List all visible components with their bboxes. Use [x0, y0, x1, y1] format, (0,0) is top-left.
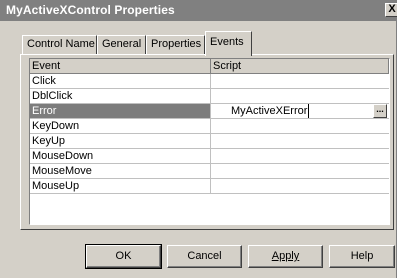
column-header-script[interactable]: Script	[211, 59, 389, 74]
window-title: MyActiveXControl Properties	[6, 3, 175, 17]
script-cell[interactable]	[211, 74, 389, 88]
tab-label: Properties	[151, 38, 202, 50]
ok-button[interactable]: OK	[85, 244, 162, 269]
tab-control-name[interactable]: Control Name	[22, 35, 97, 55]
grid-header: Event Script	[30, 59, 389, 74]
script-cell[interactable]	[211, 164, 389, 178]
ok-button-label: OK	[115, 250, 132, 262]
script-cell[interactable]	[211, 149, 389, 163]
event-cell[interactable]: KeyUp	[30, 134, 211, 148]
table-row[interactable]: KeyUp	[30, 134, 389, 149]
script-cell-editing[interactable]: MyActiveXError ...	[211, 104, 389, 118]
ellipsis-button[interactable]: ...	[373, 104, 387, 118]
script-input[interactable]: MyActiveXError	[231, 104, 310, 118]
close-icon: X	[388, 3, 396, 15]
table-row[interactable]: MouseUp	[30, 179, 389, 194]
event-cell[interactable]: Click	[30, 74, 211, 88]
tab-label: Control Name	[27, 38, 95, 50]
help-button[interactable]: Help	[329, 245, 395, 268]
events-grid: Event Script Click DblClick Error MyActi…	[29, 58, 390, 225]
table-row[interactable]: DblClick	[30, 89, 389, 104]
script-cell[interactable]	[211, 89, 389, 103]
table-row-selected[interactable]: Error MyActiveXError ...	[30, 104, 389, 119]
column-header-event[interactable]: Event	[30, 59, 211, 74]
script-cell[interactable]	[211, 134, 389, 148]
tab-events[interactable]: Events	[205, 31, 252, 56]
close-button[interactable]: X	[385, 3, 397, 17]
script-cell[interactable]	[211, 179, 389, 193]
cancel-button-label: Cancel	[187, 250, 222, 262]
table-row[interactable]: KeyDown	[30, 119, 389, 134]
cancel-button[interactable]: Cancel	[167, 245, 242, 268]
help-button-label: Help	[350, 250, 374, 262]
properties-dialog: MyActiveXControl Properties X Control Na…	[0, 0, 397, 278]
apply-button-label: Apply	[271, 250, 300, 262]
script-cell[interactable]	[211, 119, 389, 133]
event-cell[interactable]: MouseDown	[30, 149, 211, 163]
table-row[interactable]: MouseDown	[30, 149, 389, 164]
tab-label: Events	[210, 36, 244, 48]
title-bar[interactable]: MyActiveXControl Properties X	[0, 0, 397, 21]
table-row[interactable]: MouseMove	[30, 164, 389, 179]
event-cell[interactable]: Error	[30, 104, 211, 118]
event-cell[interactable]: DblClick	[30, 89, 211, 103]
tab-properties[interactable]: Properties	[146, 35, 205, 55]
event-cell[interactable]: MouseMove	[30, 164, 211, 178]
event-cell[interactable]: MouseUp	[30, 179, 211, 193]
tab-label: General	[102, 38, 142, 50]
event-cell[interactable]: KeyDown	[30, 119, 211, 133]
apply-button[interactable]: Apply	[248, 245, 323, 268]
tab-general[interactable]: General	[97, 35, 146, 55]
table-row[interactable]: Click	[30, 74, 389, 89]
